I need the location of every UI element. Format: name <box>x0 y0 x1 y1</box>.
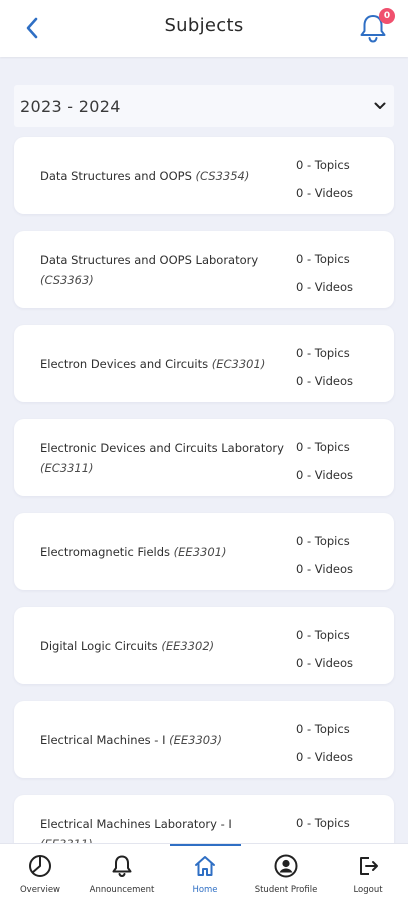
academic-year-select[interactable]: 2023 - 2024 <box>14 85 394 127</box>
topics-count: 0 - Topics <box>296 440 350 454</box>
topics-count: 0 - Topics <box>296 252 350 266</box>
subject-name: Data Structures and OOPS Laboratory <box>40 252 259 267</box>
subject-title: Data Structures and OOPS Laboratory (CS3… <box>40 250 288 290</box>
notifications-button[interactable]: 0 <box>358 8 395 44</box>
nav-announcement[interactable]: Announcement <box>82 854 162 895</box>
nav-label: Overview <box>19 885 61 895</box>
subject-card[interactable]: Data Structures and OOPS Laboratory (CS3… <box>14 231 394 308</box>
bell-icon <box>112 855 132 878</box>
subject-title: Electronic Devices and Circuits Laborato… <box>40 438 288 478</box>
notification-count-badge: 0 <box>379 8 395 24</box>
subject-code: (EE3303) <box>169 732 222 747</box>
subject-name: Digital Logic Circuits <box>40 638 162 653</box>
videos-count: 0 - Videos <box>296 656 353 670</box>
subject-code: (EE3302) <box>161 638 215 653</box>
subject-code: (CS3354) <box>195 168 250 183</box>
subject-name: Electromagnetic Fields <box>40 544 174 559</box>
subject-name: Electronic Devices and Circuits Laborato… <box>40 440 284 455</box>
nav-label: Logout <box>353 885 383 895</box>
topics-count: 0 - Topics <box>296 346 350 360</box>
videos-count: 0 - Videos <box>296 186 353 200</box>
topics-count: 0 - Topics <box>296 816 350 830</box>
nav-label: Announcement <box>89 885 155 895</box>
videos-count: 0 - Videos <box>296 468 353 482</box>
topics-count: 0 - Topics <box>296 628 350 642</box>
topics-count: 0 - Topics <box>296 722 350 736</box>
videos-count: 0 - Videos <box>296 280 353 294</box>
subject-name: Electrical Machines - I <box>40 732 170 747</box>
subject-card[interactable]: Data Structures and OOPS (CS3354) 0 - To… <box>14 137 394 214</box>
pie-chart-icon <box>29 855 51 877</box>
subject-stats: 0 - Topics 0 - Videos <box>296 433 388 489</box>
nav-logout[interactable]: Logout <box>328 854 408 895</box>
subject-card[interactable]: Electrical Machines - I (EE3303) 0 - Top… <box>14 701 394 778</box>
subject-card[interactable]: Electromagnetic Fields (EE3301) 0 - Topi… <box>14 513 394 590</box>
subject-title: Electrical Machines - I (EE3303) <box>40 730 288 750</box>
app-root: Subjects 0 2023 - 2024 Data Structures a… <box>0 0 408 900</box>
nav-label: Student Profile <box>254 885 318 895</box>
subject-stats: 0 - Topics 0 - Videos <box>296 151 388 207</box>
subject-stats: 0 - Topics 0 - Videos <box>296 527 388 583</box>
subject-stats: 0 - Topics 0 - Videos <box>296 339 388 395</box>
videos-count: 0 - Videos <box>296 750 353 764</box>
subject-title: Electromagnetic Fields (EE3301) <box>40 542 288 562</box>
academic-year-value: 2023 - 2024 <box>20 96 121 116</box>
subject-name: Electrical Machines Laboratory - I <box>40 816 232 831</box>
subject-card[interactable]: Electronic Devices and Circuits Laborato… <box>14 419 394 496</box>
top-app-bar: Subjects 0 <box>0 0 408 57</box>
subject-title: Electron Devices and Circuits (EC3301) <box>40 354 288 374</box>
subject-card[interactable]: Digital Logic Circuits (EE3302) 0 - Topi… <box>14 607 394 684</box>
nav-label: Home <box>192 885 218 895</box>
subject-code: (EC3311) <box>40 460 94 475</box>
subject-code: (CS3363) <box>40 272 94 287</box>
nav-home[interactable]: Home <box>165 854 245 895</box>
page-title: Subjects <box>164 15 244 36</box>
subject-stats: 0 - Topics 0 - Videos <box>296 245 388 301</box>
videos-count: 0 - Videos <box>296 374 353 388</box>
subject-code: (EC3301) <box>211 356 266 371</box>
subject-title: Digital Logic Circuits (EE3302) <box>40 636 288 656</box>
videos-count: 0 - Videos <box>296 562 353 576</box>
home-icon <box>195 856 215 876</box>
subject-stats: 0 - Topics 0 - Videos <box>296 715 388 771</box>
subject-title: Data Structures and OOPS (CS3354) <box>40 166 288 186</box>
subject-name: Electron Devices and Circuits <box>40 356 212 371</box>
topics-count: 0 - Topics <box>296 158 350 172</box>
subject-name: Data Structures and OOPS <box>40 168 196 183</box>
active-tab-indicator <box>170 844 241 846</box>
nav-student-profile[interactable]: Student Profile <box>246 854 326 895</box>
subject-code: (EE3301) <box>173 544 227 559</box>
nav-overview[interactable]: Overview <box>0 854 80 895</box>
user-circle-icon <box>274 854 298 878</box>
chevron-down-icon <box>374 102 386 109</box>
subject-stats: 0 - Topics 0 - Videos <box>296 621 388 677</box>
topics-count: 0 - Topics <box>296 534 350 548</box>
subject-card[interactable]: Electron Devices and Circuits (EC3301) 0… <box>14 325 394 402</box>
logout-icon <box>360 857 378 875</box>
bottom-navigation: Overview Announcement Home Student Profi… <box>0 843 408 900</box>
